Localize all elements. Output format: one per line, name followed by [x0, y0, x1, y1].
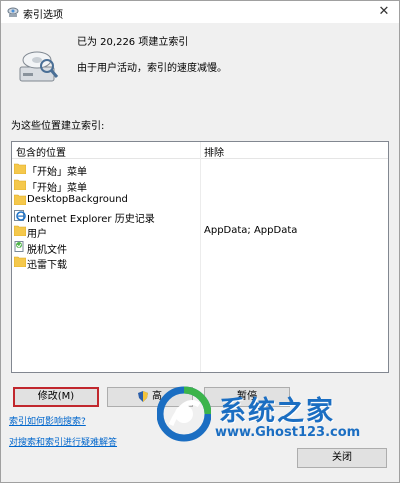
location-cell: 「开始」菜单 [27, 167, 87, 178]
folder-icon [13, 225, 27, 237]
list-item[interactable]: 脱机文件 [12, 240, 388, 256]
troubleshoot-link[interactable]: 对搜索和索引进行疑难解答 [9, 435, 117, 448]
list-item[interactable]: 用户 AppData; AppData [12, 224, 388, 240]
window-title: 索引选项 [23, 10, 63, 21]
uac-shield-icon [138, 390, 148, 402]
index-locations-caption: 为这些位置建立索引: [11, 121, 105, 132]
exclude-cell: AppData; AppData [204, 225, 298, 236]
list-item[interactable]: 「开始」菜单 [12, 178, 388, 194]
watermark-brand: 系统之家 [219, 396, 335, 427]
folder-icon [13, 179, 27, 190]
location-cell: 「开始」菜单 [27, 182, 87, 194]
close-window-button[interactable]: ✕ [369, 1, 399, 23]
column-header-location[interactable]: 包含的位置 [16, 144, 66, 159]
list-item[interactable]: 迅雷下载 [12, 255, 388, 271]
location-cell: 脱机文件 [27, 244, 67, 256]
folder-icon [13, 256, 27, 268]
offline-files-icon [14, 240, 26, 252]
close-button[interactable]: 关闭 [297, 448, 387, 468]
folder-icon [13, 163, 27, 175]
list-item[interactable]: Internet Explorer 历史记录 [12, 209, 388, 225]
location-cell: Internet Explorer 历史记录 [27, 213, 155, 225]
site-watermark: 系统之家 www.Ghost123.com [157, 385, 400, 445]
watermark-url: www.Ghost123.com [215, 425, 361, 440]
ie-history-icon [14, 209, 26, 221]
indexed-count-text: 已为 20,226 项建立索引 [77, 37, 189, 48]
watermark-logo-icon [157, 386, 211, 442]
list-item[interactable]: DesktopBackground [12, 193, 388, 208]
how-indexing-affects-search-link[interactable]: 索引如何影响搜索? [9, 414, 86, 427]
modify-button[interactable]: 修改(M) [13, 387, 99, 407]
list-item[interactable]: 「开始」菜单 [12, 162, 388, 178]
indexing-speed-text: 由于用户活动，索引的速度减慢。 [77, 63, 227, 74]
indexing-status-icon [19, 51, 59, 82]
folder-icon [13, 194, 27, 206]
index-locations-list[interactable]: 包含的位置 排除 「开始」菜单 「开始」菜单 DesktopBackground In… [11, 141, 389, 373]
location-cell: 用户 [27, 229, 47, 240]
indexing-options-icon [7, 7, 19, 17]
location-cell: 迅雷下载 [27, 260, 67, 271]
column-header-exclude[interactable]: 排除 [204, 144, 224, 159]
indexing-options-window: 索引选项 ✕ 已为 20,226 项建立索引 由于用户活动，索引的速度减慢。 为… [0, 0, 400, 483]
location-cell: DesktopBackground [27, 194, 128, 205]
title-bar[interactable]: 索引选项 ✕ [1, 1, 399, 23]
